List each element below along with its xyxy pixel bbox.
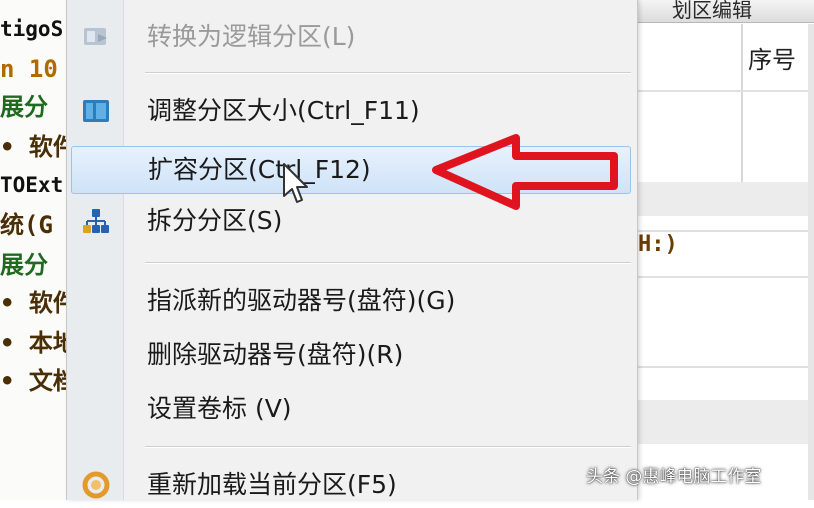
menu-item-assign-drive-letter[interactable]: 指派新的驱动器号(盘符)(G)	[71, 278, 629, 324]
grid-header-cell[interactable]: 划区编辑	[672, 0, 752, 23]
drive-letter-text: H:)	[638, 232, 678, 257]
tree-line[interactable]: 展分	[0, 88, 72, 126]
menu-item-label: 转换为逻辑分区(L)	[147, 22, 356, 51]
grid-scrollbar[interactable]	[808, 24, 814, 500]
menu-separator	[145, 446, 631, 448]
menu-item-label: 拆分分区(S)	[147, 206, 283, 235]
tree-line[interactable]: • 软件	[0, 128, 72, 166]
tree-line[interactable]: • 文档	[0, 362, 72, 400]
grid-row-divider	[630, 366, 814, 368]
menu-item-label: 重新加载当前分区(F5)	[147, 470, 397, 499]
background-partition-grid: 划区编辑 序号 H:)	[630, 0, 814, 500]
watermark-text: 头条 @惠峰电脑工作室	[586, 467, 762, 487]
grid-row-band	[630, 182, 814, 216]
tree-line[interactable]: • 软件	[0, 284, 72, 322]
tree-line: n 10	[0, 55, 58, 83]
menu-item-label: 设置卷标 (V)	[147, 394, 292, 423]
grid-column-header[interactable]: 序号	[748, 40, 796, 75]
menu-item-convert-logical[interactable]: 转换为逻辑分区(L)	[71, 14, 629, 60]
annotation-arrow-shape	[432, 134, 618, 210]
tree-line: tigoS	[0, 17, 64, 41]
reload-icon	[82, 471, 110, 499]
menu-item-label: 删除驱动器号(盘符)(R)	[147, 340, 404, 369]
tree-line[interactable]: 统(G	[0, 206, 72, 244]
grid-column-divider	[741, 24, 743, 200]
menu-item-label: 扩容分区(Ctrl_F12)	[148, 155, 371, 184]
menu-separator	[145, 72, 631, 74]
resize-partition-icon	[83, 100, 109, 122]
grid-row-divider	[630, 90, 814, 92]
menu-item-remove-drive-letter[interactable]: 删除驱动器号(盘符)(R)	[71, 332, 629, 378]
menu-item-resize-partition[interactable]: 调整分区大小(Ctrl_F11)	[71, 88, 629, 134]
grid-row-divider	[630, 276, 814, 278]
menu-item-set-volume-label[interactable]: 设置卷标 (V)	[71, 386, 629, 432]
mouse-cursor-icon	[283, 163, 308, 203]
tree-line[interactable]: 展分	[0, 246, 72, 284]
background-tree-panel: tigoS n 10 展分 • 软件 TOExt 统(G 展分 • 软件 • 本…	[0, 0, 72, 500]
convert-partition-icon	[84, 28, 107, 45]
grid-header: 划区编辑	[630, 0, 814, 23]
menu-item-label: 调整分区大小(Ctrl_F11)	[147, 96, 420, 125]
split-partition-icon	[83, 209, 109, 233]
context-menu: 转换为逻辑分区(L) 调整分区大小(Ctrl_F11) 扩容分区(Ctrl_F1…	[66, 0, 638, 500]
menu-separator	[145, 262, 631, 264]
annotation-arrow-icon	[432, 134, 618, 210]
tree-line[interactable]: • 本地	[0, 324, 72, 362]
menu-item-reload-partition[interactable]: 重新加载当前分区(F5)	[71, 462, 629, 508]
tree-line: TOExt	[0, 173, 64, 197]
grid-row-band	[630, 400, 814, 444]
menu-item-label: 指派新的驱动器号(盘符)(G)	[147, 286, 456, 315]
